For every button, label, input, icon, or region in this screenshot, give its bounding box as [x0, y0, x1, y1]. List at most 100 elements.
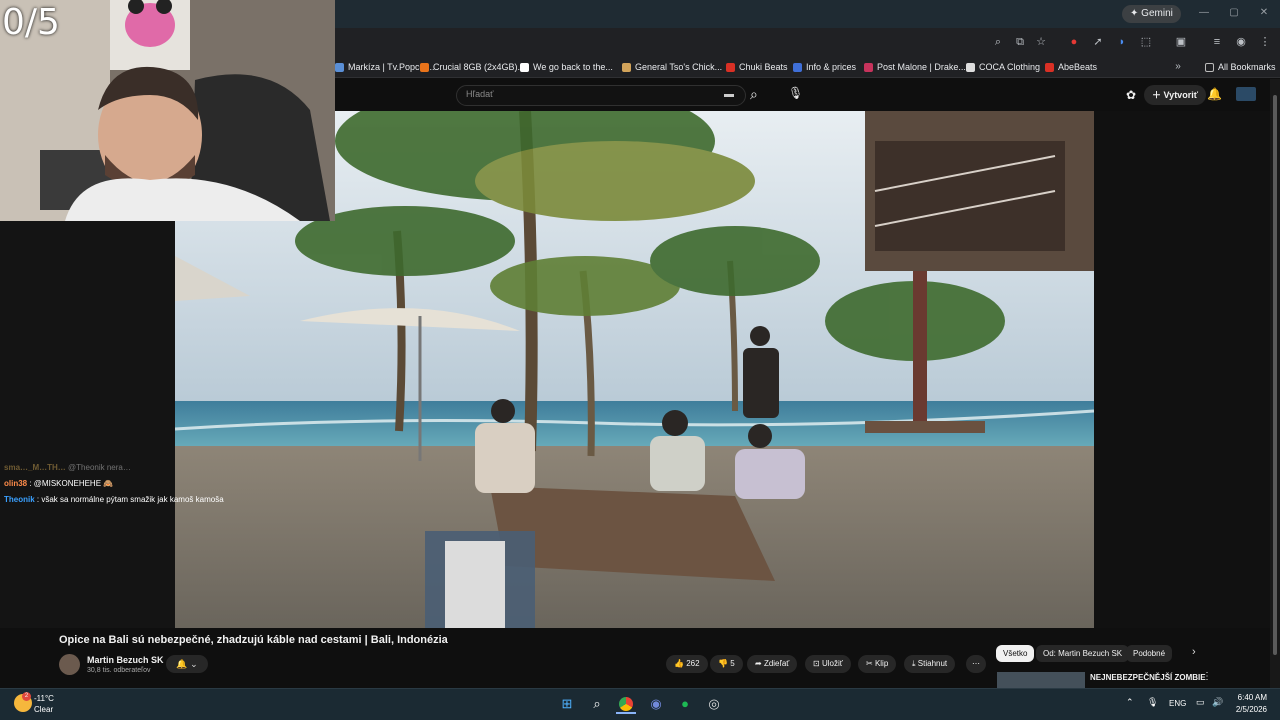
- bookmark-item[interactable]: Crucial 8GB (2x4GB)...: [420, 59, 525, 75]
- share-button[interactable]: ➦ Zdieľať: [747, 655, 798, 673]
- bookmark-favicon-icon: [793, 62, 802, 72]
- subscriber-count: 30,8 tis. odberateľov: [87, 667, 151, 674]
- media-list-icon[interactable]: ≡: [1209, 34, 1225, 50]
- close-icon[interactable]: ✕: [1256, 6, 1272, 20]
- gear-icon[interactable]: ✿: [1126, 88, 1136, 102]
- download-button[interactable]: ⤓ Stiahnut: [904, 655, 956, 673]
- discord-icon[interactable]: ◉: [646, 694, 666, 714]
- taskbar-search-icon[interactable]: ⌕: [587, 694, 607, 714]
- save-label: Uložiť: [821, 659, 843, 668]
- chrome-icon[interactable]: [616, 694, 636, 714]
- subscription-bell-button[interactable]: 🔔 ⌄: [166, 655, 208, 673]
- bookmark-item[interactable]: Info & prices: [793, 59, 856, 75]
- recommended-menu-icon[interactable]: ⋮: [1202, 671, 1212, 682]
- microphone-icon[interactable]: 🎙: [788, 86, 803, 100]
- bookmarks-overflow-icon[interactable]: »: [1170, 59, 1186, 75]
- chip-from-channel[interactable]: Od: Martin Bezuch SK: [1036, 645, 1130, 662]
- video-letterbox: [1094, 111, 1270, 628]
- microphone-tray-icon[interactable]: 🎙: [1147, 697, 1158, 708]
- bookmark-favicon-icon: [420, 62, 429, 72]
- bookmark-item[interactable]: Post Malone | Drake...: [864, 59, 966, 75]
- profile-avatar-icon[interactable]: ◉: [1233, 34, 1249, 50]
- all-bookmarks[interactable]: All Bookmarks: [1205, 59, 1276, 75]
- bookmark-item[interactable]: General Tso's Chick...: [622, 59, 722, 75]
- channel-name[interactable]: Martin Bezuch SK: [87, 655, 164, 665]
- chevron-right-icon[interactable]: ›: [1192, 646, 1196, 658]
- scrollbar-thumb[interactable]: [1273, 95, 1277, 655]
- thumbs-down-icon: 👎: [718, 659, 728, 668]
- share-label: Zdieľať: [763, 659, 790, 668]
- volume-icon[interactable]: 🔊: [1212, 697, 1223, 708]
- chip-all[interactable]: Všetko: [996, 645, 1035, 662]
- create-button[interactable]: ＋ Vytvoriť: [1144, 85, 1207, 105]
- save-button[interactable]: ⊡ Uložiť: [805, 655, 851, 673]
- bookmark-favicon-icon: [335, 62, 344, 72]
- recommended-thumbnail[interactable]: [997, 672, 1085, 688]
- bookmark-favicon-icon: [622, 62, 631, 72]
- extension-arrow-icon[interactable]: ➚: [1090, 34, 1106, 50]
- clock-time[interactable]: 6:40 AM: [1237, 693, 1267, 702]
- bookmark-label: We go back to the...: [533, 62, 613, 72]
- download-icon: ⤓: [912, 659, 916, 668]
- menu-kebab-icon[interactable]: ⋮: [1257, 34, 1273, 50]
- bookmark-label: Post Malone | Drake...: [877, 62, 966, 72]
- bookmark-item[interactable]: AbeBeats: [1045, 59, 1097, 75]
- chat-user: Theonik: [4, 495, 35, 504]
- bookmark-star-icon[interactable]: ☆: [1033, 34, 1049, 50]
- chat-user: olin38: [4, 479, 28, 488]
- clip-button[interactable]: ✂ Klip: [858, 655, 897, 673]
- chat-message: sma…_M…TH… @Theonik nera…: [4, 463, 131, 472]
- search-icon[interactable]: ⌕: [750, 86, 758, 103]
- bookmark-item[interactable]: COCA Clothing: [966, 59, 1040, 75]
- like-count: 262: [686, 659, 700, 668]
- gemini-button[interactable]: ✦ Gemini: [1122, 5, 1181, 23]
- extension-red-icon[interactable]: ●: [1066, 34, 1082, 50]
- account-avatar[interactable]: [1236, 87, 1256, 101]
- sidepanel-icon[interactable]: ▣: [1173, 34, 1189, 50]
- app-icon[interactable]: ◎: [704, 694, 724, 714]
- chat-user: sma…_M…TH…: [4, 463, 66, 472]
- bookmark-item[interactable]: Chuki Beats: [726, 59, 788, 75]
- cast-icon[interactable]: ⧉: [1012, 34, 1028, 50]
- weather-badge: 2: [22, 692, 31, 701]
- bookmark-label: General Tso's Chick...: [635, 62, 723, 72]
- bookmark-favicon-icon: [520, 62, 529, 72]
- zoom-icon[interactable]: ⌕: [990, 34, 1006, 50]
- windows-start-icon[interactable]: ⊞: [557, 694, 577, 714]
- keyboard-icon[interactable]: ▬: [724, 89, 734, 100]
- like-button[interactable]: 👍 262: [666, 655, 708, 673]
- weather-temp[interactable]: -11°C: [34, 694, 54, 703]
- more-actions-icon[interactable]: ⋯: [966, 655, 986, 673]
- extension-blue-icon[interactable]: ◗: [1114, 34, 1130, 50]
- all-bookmarks-label: All Bookmarks: [1218, 62, 1276, 72]
- bookmark-label: Crucial 8GB (2x4GB)...: [433, 62, 526, 72]
- channel-avatar[interactable]: [59, 654, 80, 675]
- clip-label: Klip: [874, 659, 889, 668]
- bookmark-item[interactable]: We go back to the...: [520, 59, 613, 75]
- save-icon: ⊡: [813, 659, 820, 668]
- search-input[interactable]: [456, 85, 746, 106]
- recommended-title[interactable]: NEJNEBEZPEČNĚJŠÍ ZOMBIE: [1090, 673, 1206, 682]
- chip-related[interactable]: Podobné: [1126, 645, 1173, 662]
- extensions-puzzle-icon[interactable]: ⬚: [1138, 34, 1154, 50]
- scissors-icon: ✂: [866, 659, 873, 668]
- thumbs-up-icon: 👍: [674, 659, 684, 668]
- bookmark-favicon-icon: [726, 62, 735, 72]
- clock-date[interactable]: 2/5/2026: [1233, 705, 1267, 714]
- weather-desc[interactable]: Clear: [34, 705, 53, 714]
- bell-icon[interactable]: 🔔: [1207, 87, 1222, 101]
- bookmark-favicon-icon: [966, 62, 975, 72]
- windows-taskbar: [0, 688, 1280, 720]
- minimize-icon[interactable]: —: [1196, 6, 1212, 20]
- maximize-icon[interactable]: ▢: [1226, 6, 1242, 20]
- stream-counter: 0/5: [2, 2, 60, 43]
- dislike-button[interactable]: 👎 5: [710, 655, 743, 673]
- tray-chevron-icon[interactable]: ⌃: [1126, 697, 1134, 708]
- spotify-icon[interactable]: ●: [675, 694, 695, 714]
- bookmark-label: Chuki Beats: [739, 62, 788, 72]
- create-label: Vytvoriť: [1163, 90, 1199, 100]
- bookmark-favicon-icon: [864, 62, 873, 72]
- chat-text: @Theonik nera…: [68, 463, 131, 472]
- network-icon[interactable]: ▭: [1196, 697, 1205, 708]
- language-indicator[interactable]: ENG: [1169, 699, 1186, 708]
